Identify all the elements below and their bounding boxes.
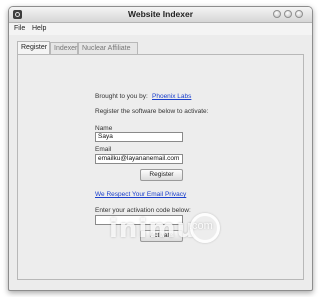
- register-button[interactable]: Register: [140, 169, 183, 181]
- phoenix-labs-link[interactable]: Phoenix Labs: [152, 93, 191, 100]
- email-field[interactable]: emailku@layananemail.com: [95, 154, 183, 164]
- app-window: Website Indexer File Help Register Index…: [8, 6, 313, 291]
- title-bar: Website Indexer: [9, 7, 312, 23]
- close-button[interactable]: [295, 10, 303, 18]
- menu-help[interactable]: Help: [32, 25, 46, 32]
- register-instructions: Register the software below to activate:: [95, 108, 209, 115]
- maximize-button[interactable]: [284, 10, 292, 18]
- register-panel: Brought to you by: Phoenix Labs Register…: [17, 54, 304, 280]
- tab-register[interactable]: Register: [17, 41, 50, 54]
- watermark-text: inimu: [109, 214, 196, 244]
- email-privacy-link[interactable]: We Respect Your Email Privacy: [95, 191, 186, 198]
- tab-nuclear-affiliate[interactable]: Nuclear Affiliate: [78, 42, 138, 54]
- window-title: Website Indexer: [127, 9, 194, 19]
- tab-strip: Register Indexer Nuclear Affiliate: [17, 41, 307, 54]
- watermark-suffix: .com: [189, 220, 213, 232]
- activation-label: Enter your activation code below:: [95, 207, 191, 214]
- name-field[interactable]: Saya: [95, 132, 183, 142]
- minimize-button[interactable]: [273, 10, 281, 18]
- name-label: Name: [95, 125, 113, 132]
- menu-file[interactable]: File: [14, 25, 25, 32]
- email-label: Email: [95, 146, 112, 153]
- brought-by-label: Brought to you by:: [95, 93, 148, 100]
- menu-bar: File Help: [9, 23, 312, 35]
- tab-indexer[interactable]: Indexer: [50, 42, 78, 54]
